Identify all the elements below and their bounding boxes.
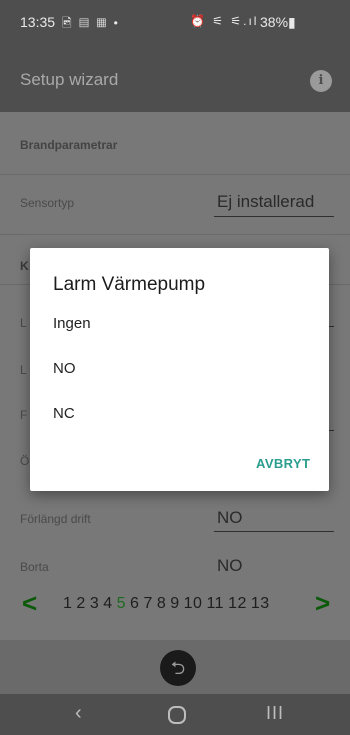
section-title: Brandparametrar <box>20 138 118 152</box>
partial-section-title: K <box>20 259 29 273</box>
away-label: Borta <box>20 560 49 574</box>
home-icon[interactable] <box>168 706 186 724</box>
option-no[interactable]: NO <box>30 348 329 392</box>
partial-row-label: F <box>20 408 28 422</box>
page-number[interactable]: 2 <box>76 595 85 612</box>
divider <box>0 174 350 175</box>
dialog-title: Larm Värmepump <box>53 274 206 295</box>
option-label: NO <box>53 360 76 377</box>
undo-icon[interactable]: ⮌ <box>160 650 196 686</box>
notification-icons: 🖻 ▤ ▦ • <box>62 16 120 30</box>
option-label: NC <box>53 405 75 422</box>
app-bar: Setup wizard i <box>0 46 350 112</box>
page-navigator: < 1 2 3 4 5 6 7 8 9 10 11 12 13 > <box>0 582 350 630</box>
previous-page-button[interactable]: < <box>22 588 37 619</box>
partial-row-label: L <box>20 363 27 377</box>
partial-row-label: L <box>20 316 27 330</box>
back-icon[interactable]: ‹ <box>75 702 82 725</box>
page-number[interactable]: 8 <box>157 595 166 612</box>
cancel-button[interactable]: AVBRYT <box>256 456 310 471</box>
option-nc[interactable]: NC <box>30 393 329 437</box>
extended-operation-underline <box>214 531 334 532</box>
option-label: Ingen <box>53 315 91 332</box>
page-number[interactable]: 4 <box>103 595 112 612</box>
current-page-number[interactable]: 5 <box>117 595 126 612</box>
battery-indicator: 38%▮ <box>260 14 296 30</box>
sensor-type-value[interactable]: Ej installerad <box>217 192 314 212</box>
page-number[interactable]: 10 <box>184 595 203 612</box>
page-title: Setup wizard <box>20 70 119 89</box>
extended-operation-label: Förlängd drift <box>20 512 91 526</box>
page-number[interactable]: 11 <box>206 595 224 612</box>
system-nav-bar: ‹ III <box>0 694 350 735</box>
sensor-type-label: Sensortyp <box>20 196 75 210</box>
extended-operation-value[interactable]: NO <box>217 508 243 528</box>
partial-row-label: Ö <box>20 454 30 468</box>
alarm-selection-dialog: Larm Värmepump Ingen NO NC AVBRYT <box>30 248 329 491</box>
status-bar: 13:35 🖻 ▤ ▦ • ⏰ ⚟ ⚟.ıl 38%▮ <box>0 0 350 46</box>
info-icon[interactable]: i <box>310 70 332 92</box>
divider <box>0 234 350 235</box>
page-number[interactable]: 3 <box>90 595 99 612</box>
status-time: 13:35 <box>20 14 56 30</box>
sensor-type-underline <box>214 216 334 217</box>
option-ingen[interactable]: Ingen <box>30 303 329 347</box>
page-numbers: 1 2 3 4 5 6 7 8 9 10 11 12 13 <box>63 595 274 613</box>
page-number[interactable]: 9 <box>170 595 179 612</box>
signal-icons: ⏰ ⚟ ⚟.ıl <box>190 14 259 28</box>
recents-icon[interactable]: III <box>266 703 284 724</box>
next-page-button[interactable]: > <box>315 588 330 619</box>
page-number[interactable]: 6 <box>130 595 139 612</box>
away-value[interactable]: NO <box>217 556 243 576</box>
page-number[interactable]: 12 <box>228 595 247 612</box>
page-number[interactable]: 13 <box>251 595 270 612</box>
page-number[interactable]: 7 <box>143 595 152 612</box>
bottom-area: ⮌ <box>0 640 350 694</box>
page-number[interactable]: 1 <box>63 595 72 612</box>
